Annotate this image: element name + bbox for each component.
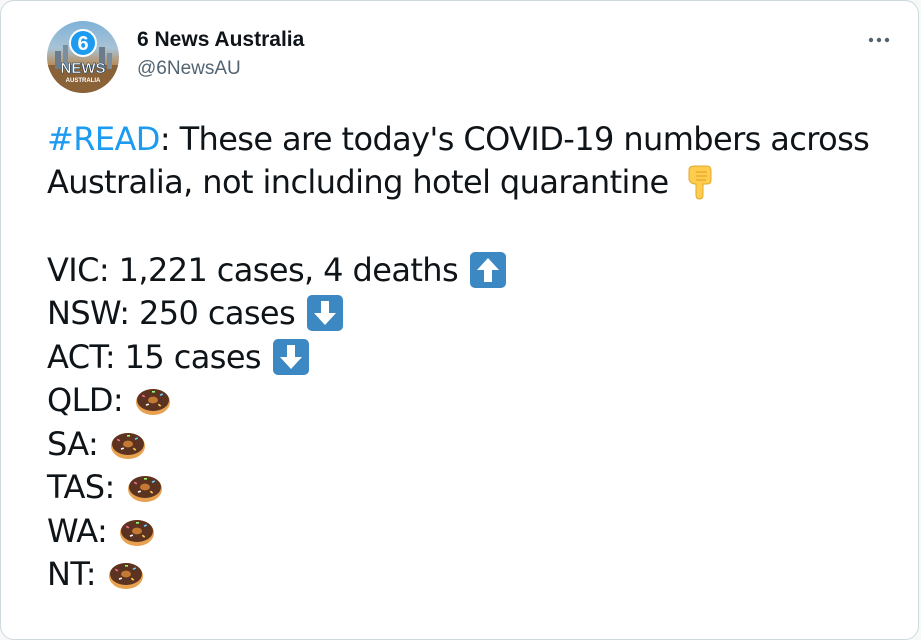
stat-line-vic: VIC: 1,221 cases, 4 deaths bbox=[47, 248, 887, 292]
doughnut-icon bbox=[117, 511, 157, 551]
stat-text: SA: bbox=[47, 424, 99, 463]
logo-word: NEWS bbox=[61, 60, 106, 77]
stat-text: TAS: bbox=[47, 468, 115, 507]
stat-text: NT: bbox=[47, 555, 97, 594]
logo-number: 6 bbox=[77, 33, 88, 55]
stat-line-nt: NT: bbox=[47, 553, 887, 597]
stat-line-nsw: NSW: 250 cases bbox=[47, 292, 887, 336]
stat-line-wa: WA: bbox=[47, 509, 887, 553]
news-logo-icon: 6 NEWS AUSTRALIA bbox=[47, 29, 119, 93]
display-name[interactable]: 6 News Australia bbox=[137, 27, 304, 53]
intro-line-1: #READ: These are today's COVID-19 number… bbox=[47, 117, 887, 161]
hashtag-link[interactable]: #READ bbox=[47, 117, 160, 161]
author-block[interactable]: 6 News Australia @6NewsAU bbox=[137, 27, 304, 82]
stat-text: QLD: bbox=[47, 381, 124, 420]
intro-line-2: Australia, not including hotel quarantin… bbox=[47, 161, 887, 205]
arrow-down-icon bbox=[305, 293, 345, 333]
tweet-card[interactable]: 6 NEWS AUSTRALIA 6 News Australia @6News… bbox=[0, 0, 919, 640]
intro-text-2: Australia, not including hotel quarantin… bbox=[47, 163, 669, 202]
user-handle[interactable]: @6NewsAU bbox=[137, 56, 304, 82]
doughnut-icon bbox=[108, 424, 148, 464]
stat-line-tas: TAS: bbox=[47, 466, 887, 510]
doughnut-icon bbox=[106, 554, 146, 594]
arrow-up-icon bbox=[468, 250, 508, 290]
ellipsis-icon bbox=[868, 37, 890, 43]
tweet-text: #READ: These are today's COVID-19 number… bbox=[47, 117, 887, 596]
backhand-index-pointing-down-icon bbox=[679, 162, 719, 202]
stat-text: NSW: 250 cases bbox=[47, 294, 296, 333]
stat-line-qld: QLD: bbox=[47, 379, 887, 423]
doughnut-icon bbox=[125, 467, 165, 507]
doughnut-icon bbox=[133, 380, 173, 420]
stat-text: ACT: 15 cases bbox=[47, 337, 262, 376]
stat-line-sa: SA: bbox=[47, 422, 887, 466]
logo-region: AUSTRALIA bbox=[66, 78, 101, 84]
avatar[interactable]: 6 NEWS AUSTRALIA bbox=[47, 21, 119, 93]
arrow-down-icon bbox=[271, 337, 311, 377]
stat-line-act: ACT: 15 cases bbox=[47, 335, 887, 379]
stat-text: VIC: 1,221 cases, 4 deaths bbox=[47, 250, 459, 289]
more-options-button[interactable] bbox=[864, 25, 894, 55]
stat-text: WA: bbox=[47, 511, 108, 550]
intro-text: : These are today's COVID-19 numbers acr… bbox=[159, 119, 870, 158]
